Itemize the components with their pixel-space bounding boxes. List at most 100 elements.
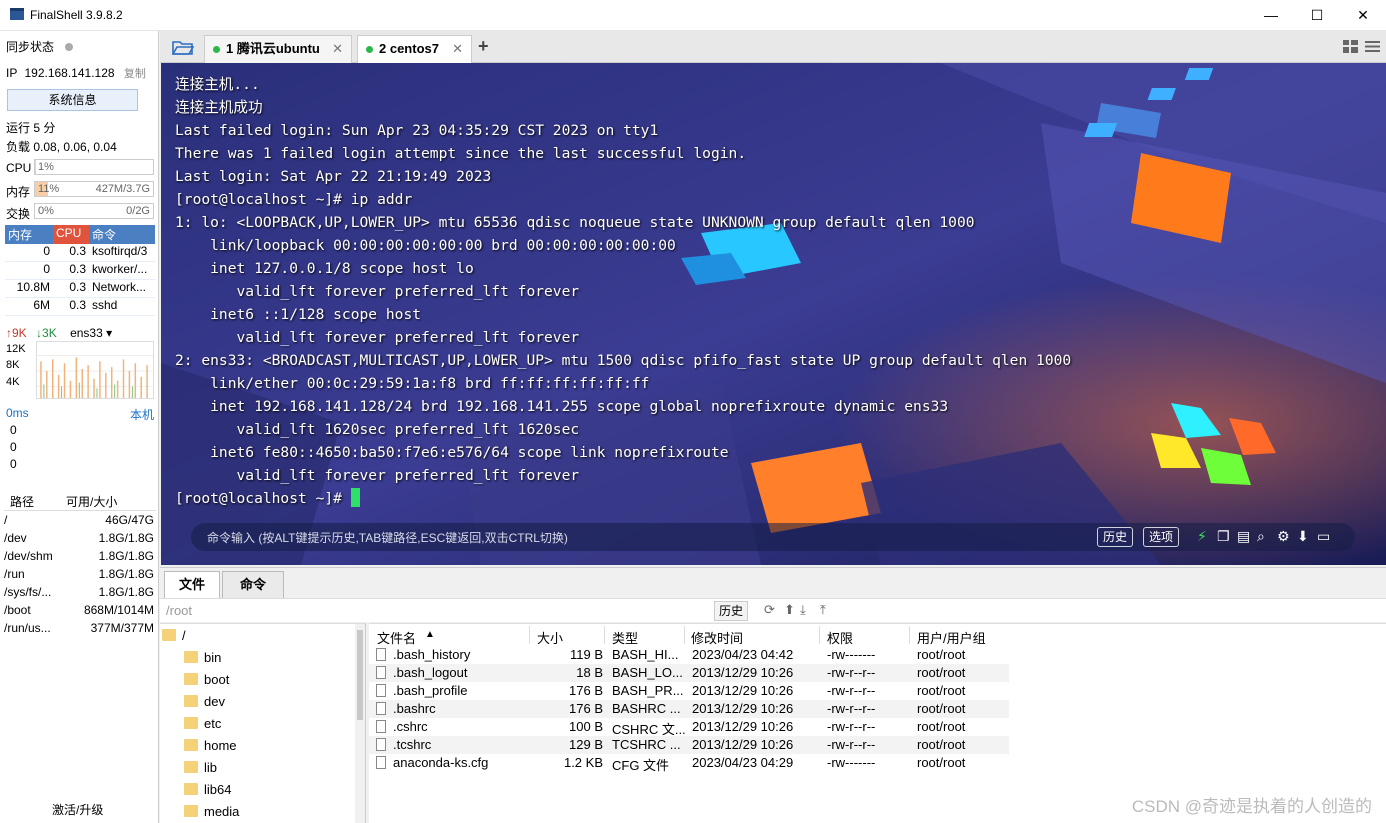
tree-item-home[interactable]: home	[184, 738, 237, 753]
tree-item-lib[interactable]: lib	[184, 760, 217, 775]
disk-size: 868M/1014M	[83, 603, 154, 617]
file-type: BASH_LO...	[612, 665, 683, 680]
tree-item-dev[interactable]: dev	[184, 694, 225, 709]
col-size[interactable]: 大小	[537, 628, 563, 647]
close-tab-icon[interactable]: ✕	[332, 36, 343, 62]
lightning-icon[interactable]: ⚡	[1197, 528, 1207, 545]
file-row[interactable]: .cshrc 100 B CSHRC 文... 2013/12/29 10:26…	[369, 718, 1009, 737]
file-row[interactable]: .bash_logout 18 B BASH_LO... 2013/12/29 …	[369, 664, 1009, 682]
col-divider[interactable]	[909, 626, 910, 644]
tree-item-bin[interactable]: bin	[184, 650, 221, 665]
file-permissions: -rw-------	[827, 755, 876, 770]
col-filename[interactable]: 文件名	[377, 628, 416, 647]
file-permissions: -rw-r--r--	[827, 665, 876, 680]
session-tabbar: 1 腾讯云ubuntu ✕ 2 centos7 ✕ +	[160, 31, 1386, 63]
tree-scrollbar[interactable]	[355, 624, 365, 823]
paste-icon[interactable]: ▤	[1237, 528, 1250, 545]
minimize-button[interactable]: —	[1248, 0, 1294, 30]
activate-link[interactable]: 激活/升级	[52, 801, 103, 818]
disk-row[interactable]: / 46G/47G	[4, 513, 156, 531]
folder-open-icon[interactable]	[172, 39, 194, 56]
watermark: CSDN @奇迹是执着的人创造的	[1131, 797, 1372, 816]
tree-item-etc[interactable]: etc	[184, 716, 221, 731]
col-type[interactable]: 类型	[612, 628, 638, 647]
maximize-button[interactable]: ☐	[1294, 0, 1340, 30]
tree-item-media[interactable]: media	[184, 804, 239, 819]
copy-icon[interactable]: ❐	[1217, 528, 1230, 545]
file-size: 176 B	[569, 701, 603, 716]
download-icon[interactable]: ⤓	[800, 602, 806, 618]
disk-row[interactable]: /dev/shm 1.8G/1.8G	[4, 549, 156, 567]
proc-header-mem[interactable]: 内存	[5, 225, 53, 244]
process-row[interactable]: 10.8M 0.3 Network...	[5, 280, 155, 298]
tab-tencent-ubuntu[interactable]: 1 腾讯云ubuntu ✕	[204, 35, 352, 63]
terminal-line: valid_lft forever preferred_lft forever	[175, 329, 580, 346]
col-divider[interactable]	[684, 626, 685, 644]
proc-header-cmd[interactable]: 命令	[89, 225, 155, 244]
disk-row[interactable]: /run/us... 377M/377M	[4, 621, 156, 639]
close-tab-icon[interactable]: ✕	[452, 36, 463, 62]
disk-row[interactable]: /boot 868M/1014M	[4, 603, 156, 621]
copy-ip-link[interactable]: 复制	[124, 68, 146, 80]
folder-icon	[184, 783, 198, 795]
col-divider[interactable]	[604, 626, 605, 644]
tab-commands[interactable]: 命令	[222, 571, 284, 598]
tree-item-lib64[interactable]: lib64	[184, 782, 231, 797]
col-permissions[interactable]: 权限	[827, 628, 853, 647]
file-mtime: 2013/12/29 10:26	[692, 683, 794, 698]
tab-centos7[interactable]: 2 centos7 ✕	[357, 35, 472, 63]
terminal[interactable]: 连接主机... 连接主机成功 Last failed login: Sun Apr …	[161, 63, 1386, 565]
file-name: .bash_history	[393, 647, 471, 662]
add-tab-icon[interactable]: +	[478, 36, 489, 57]
options-button[interactable]: 选项	[1143, 527, 1180, 547]
refresh-icon[interactable]: ⟳	[764, 602, 775, 618]
disk-row[interactable]: /sys/fs/... 1.8G/1.8G	[4, 585, 156, 603]
file-type: BASH_PR...	[612, 683, 684, 698]
col-divider[interactable]	[819, 626, 820, 644]
ping-value: 0	[10, 457, 17, 471]
file-row[interactable]: .bash_profile 176 B BASH_PR... 2013/12/2…	[369, 682, 1009, 700]
file-row[interactable]: .bash_history 119 B BASH_HI... 2023/04/2…	[369, 646, 1009, 664]
process-row[interactable]: 0 0.3 ksoftirqd/3	[5, 244, 155, 262]
disk-path: /dev	[4, 531, 27, 545]
disk-row[interactable]: /dev 1.8G/1.8G	[4, 531, 156, 549]
process-row[interactable]: 0 0.3 kworker/...	[5, 262, 155, 280]
path-history-button[interactable]: 历史	[714, 601, 749, 621]
close-button[interactable]: ✕	[1340, 0, 1386, 30]
system-info-button[interactable]: 系统信息	[7, 89, 138, 111]
tab-files[interactable]: 文件	[164, 571, 220, 598]
upload-icon[interactable]: ⤒	[820, 602, 826, 618]
file-row[interactable]: anaconda-ks.cfg 1.2 KB CFG 文件 2023/04/23…	[369, 754, 1009, 773]
layout-grid-icon[interactable]	[1343, 40, 1358, 53]
process-row[interactable]: 6M 0.3 sshd	[5, 298, 155, 316]
tree-scrollbar-thumb[interactable]	[357, 630, 363, 720]
tree-item-root[interactable]: /	[162, 628, 186, 643]
col-divider[interactable]	[529, 626, 530, 644]
col-mtime[interactable]: 修改时间	[691, 628, 743, 647]
path-input[interactable]: /root	[166, 603, 192, 618]
col-owner[interactable]: 用户/用户组	[917, 628, 986, 647]
tree-item-boot[interactable]: boot	[184, 672, 229, 687]
history-button[interactable]: 历史	[1097, 527, 1134, 547]
fullscreen-icon[interactable]: ▭	[1317, 528, 1330, 545]
file-icon	[376, 756, 386, 769]
arrow-down-icon[interactable]: ⬇	[1297, 528, 1309, 545]
file-row[interactable]: .tcshrc 129 B TCSHRC ... 2013/12/29 10:2…	[369, 736, 1009, 754]
menu-icon[interactable]	[1365, 40, 1380, 53]
ping-host: 本机	[130, 408, 155, 422]
disk-row[interactable]: /run 1.8G/1.8G	[4, 567, 156, 585]
net-iface-select[interactable]: ens33 ▾	[70, 326, 112, 340]
file-mtime: 2023/04/23 04:29	[692, 755, 794, 770]
disk-table-header: 路径 可用/大小	[4, 493, 156, 511]
command-input-bar[interactable]: 命令输入 (按ALT键提示历史,TAB键路径,ESC键返回,双击CTRL切换) …	[191, 523, 1355, 551]
disk-size: 1.8G/1.8G	[98, 549, 154, 563]
up-dir-icon[interactable]: ⬆	[784, 602, 795, 618]
command-input[interactable]: 命令输入 (按ALT键提示历史,TAB键路径,ESC键返回,双击CTRL切换)	[207, 529, 568, 546]
process-table-header: 内存 CPU 命令	[5, 225, 155, 244]
file-permissions: -rw-r--r--	[827, 719, 876, 734]
proc-header-cpu[interactable]: CPU	[53, 225, 89, 244]
file-row[interactable]: .bashrc 176 B BASHRC ... 2013/12/29 10:2…	[369, 700, 1009, 718]
file-name: .bash_logout	[393, 665, 468, 680]
gear-icon[interactable]: ⚙	[1277, 528, 1290, 545]
search-icon[interactable]: ⌕	[1257, 528, 1265, 545]
